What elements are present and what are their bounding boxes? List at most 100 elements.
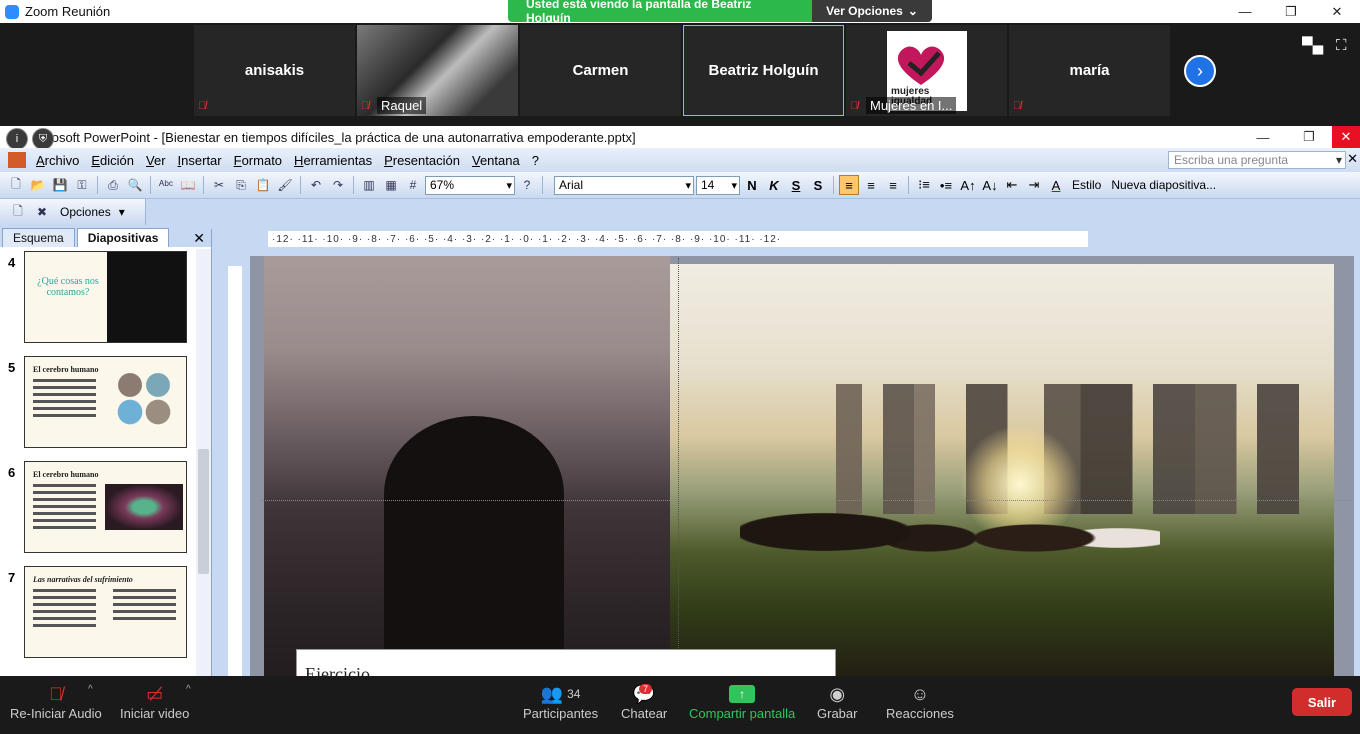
participant-tile-video[interactable]: 🎙̸ Raquel xyxy=(357,25,518,116)
print-preview-icon[interactable]: 🔍 xyxy=(125,175,145,195)
muted-mic-icon: 🎙̸ xyxy=(850,100,859,112)
restore-icon[interactable]: ❐ xyxy=(1286,126,1332,148)
grid-icon[interactable]: # xyxy=(403,175,423,195)
video-button[interactable]: ▭̸ Iniciar video xyxy=(120,682,189,722)
slide-thumb-row[interactable]: 7 Las narrativas del sufrimiento xyxy=(0,564,196,669)
slide-thumb-row[interactable]: 4 ¿Qué cosas nos contamos? xyxy=(0,249,196,354)
increase-indent-button[interactable]: ⇥ xyxy=(1024,175,1044,195)
woman-silhouette xyxy=(384,416,564,676)
powerpoint-window: i ⛨ icrosoft PowerPoint - [Bienestar en … xyxy=(0,126,1360,676)
close-icon[interactable]: ✕ xyxy=(1314,0,1360,23)
slide-thumbnail[interactable]: Las narrativas del sufrimiento xyxy=(24,566,187,658)
participant-tile-active-speaker[interactable]: Beatriz Holguín xyxy=(683,25,844,116)
bold-button[interactable]: N xyxy=(742,175,762,195)
menu-help[interactable]: ? xyxy=(526,153,545,168)
next-page-button[interactable]: › xyxy=(1184,55,1216,87)
align-right-button[interactable]: ≡ xyxy=(883,175,903,195)
gallery-view-icon[interactable]: ▀▄ xyxy=(1302,37,1323,54)
align-center-button[interactable]: ≡ xyxy=(861,175,881,195)
markup-icon[interactable]: 🗋 xyxy=(8,202,28,222)
align-left-button[interactable]: ≡ xyxy=(839,175,859,195)
cut-icon[interactable]: ✂ xyxy=(209,175,229,195)
shadow-button[interactable]: S xyxy=(808,175,828,195)
participants-label: Participantes xyxy=(523,706,599,721)
participant-tile[interactable]: maría 🎙̸ xyxy=(1009,25,1170,116)
menu-ver[interactable]: Ver xyxy=(140,153,172,168)
view-options-button[interactable]: Ver Opciones ⌄ xyxy=(812,0,932,22)
slides-scrollbar[interactable] xyxy=(196,249,211,676)
save-icon[interactable]: 💾 xyxy=(50,175,70,195)
ppt-app-icon[interactable] xyxy=(8,152,26,168)
leave-button[interactable]: Salir xyxy=(1292,688,1352,716)
close-icon[interactable]: ✕ xyxy=(1332,126,1360,148)
open-icon[interactable]: 📂 xyxy=(28,175,48,195)
reactions-button[interactable]: ☺ Reacciones xyxy=(886,682,954,722)
new-icon[interactable]: 🗋 xyxy=(6,175,26,195)
menu-formato[interactable]: Formato xyxy=(228,153,288,168)
tab-diapositivas[interactable]: Diapositivas xyxy=(76,228,170,247)
slide-thumb-row[interactable]: 5 El cerebro humano xyxy=(0,354,196,459)
zoom-select[interactable]: 67% xyxy=(425,175,515,195)
format-painter-icon[interactable]: 🖌 xyxy=(275,175,295,195)
slide-textbox[interactable]: Ejercicio xyxy=(296,649,836,684)
audio-options-caret[interactable]: ^ xyxy=(88,684,93,695)
zoom-app-icon xyxy=(5,4,19,19)
restore-icon[interactable]: ❐ xyxy=(1268,0,1314,23)
participant-tile[interactable]: anisakis 🎙̸ xyxy=(194,25,355,116)
minimize-icon[interactable]: — xyxy=(1240,126,1286,148)
spelling-icon[interactable]: ᴬᵇᶜ xyxy=(156,175,176,195)
menu-herramientas[interactable]: Herramientas xyxy=(288,153,378,168)
bullets-button[interactable]: •≡ xyxy=(936,175,956,195)
font-color-button[interactable]: A xyxy=(1046,175,1066,195)
info-icon[interactable]: i xyxy=(6,128,28,150)
redo-icon[interactable]: ↷ xyxy=(328,175,348,195)
help-icon[interactable]: ? xyxy=(517,175,537,195)
grow-font-button[interactable]: A↑ xyxy=(958,175,978,195)
permission-icon[interactable]: ⚿ xyxy=(72,175,92,195)
participant-tile[interactable]: Carmen xyxy=(520,25,681,116)
new-slide-button[interactable]: Nueva diapositiva... xyxy=(1107,178,1220,192)
chart-icon[interactable]: ▥ xyxy=(359,175,379,195)
video-options-caret[interactable]: ^ xyxy=(186,684,191,695)
undo-icon[interactable]: ↶ xyxy=(306,175,326,195)
font-size-select[interactable]: 14 xyxy=(696,175,740,195)
tab-esquema[interactable]: Esquema xyxy=(2,228,75,247)
record-button[interactable]: ◉ Grabar xyxy=(817,682,857,722)
options-button[interactable]: Opciones xyxy=(56,205,115,219)
slide-canvas[interactable] xyxy=(250,256,1354,676)
ask-question-input[interactable]: Escriba una pregunta xyxy=(1168,151,1346,169)
participants-button[interactable]: 👥 34 Participantes xyxy=(523,682,599,722)
menu-archivo[interactable]: Archivo xyxy=(30,153,85,168)
copy-icon[interactable]: ⎘ xyxy=(231,175,251,195)
decrease-indent-button[interactable]: ⇤ xyxy=(1002,175,1022,195)
print-icon[interactable]: ⎙ xyxy=(103,175,123,195)
menu-ventana[interactable]: Ventana xyxy=(466,153,526,168)
delete-comment-icon[interactable]: ✖ xyxy=(32,202,52,222)
slide-thumbnail[interactable]: ¿Qué cosas nos contamos? xyxy=(24,251,187,343)
fullscreen-icon[interactable]: ⛶ xyxy=(1336,37,1347,54)
research-icon[interactable]: 📖 xyxy=(178,175,198,195)
font-select[interactable]: Arial xyxy=(554,175,694,195)
minimize-icon[interactable]: — xyxy=(1222,0,1268,23)
style-button[interactable]: Estilo xyxy=(1068,178,1105,192)
underline-button[interactable]: S xyxy=(786,175,806,195)
participant-tile-logo[interactable]: mujeres igualdad 🎙̸ Mujeres en I... xyxy=(846,25,1007,116)
slide-thumb-row[interactable]: 6 El cerebro humano xyxy=(0,459,196,564)
scroll-thumb[interactable] xyxy=(198,449,209,574)
shrink-font-button[interactable]: A↓ xyxy=(980,175,1000,195)
close-doc-icon[interactable]: ✕ xyxy=(1347,151,1358,167)
share-screen-button[interactable]: ↑ Compartir pantalla xyxy=(689,682,795,721)
menu-presentacion[interactable]: Presentación xyxy=(378,153,466,168)
slide-thumbnail[interactable]: El cerebro humano xyxy=(24,356,187,448)
italic-button[interactable]: K xyxy=(764,175,784,195)
paste-icon[interactable]: 📋 xyxy=(253,175,273,195)
close-pane-icon[interactable]: ✕ xyxy=(193,230,205,247)
menu-edicion[interactable]: Edición xyxy=(85,153,140,168)
shield-icon[interactable]: ⛨ xyxy=(32,128,54,150)
table-icon[interactable]: ▦ xyxy=(381,175,401,195)
view-options-label: Ver Opciones xyxy=(826,4,903,18)
numbering-button[interactable]: ⁝≡ xyxy=(914,175,934,195)
menu-insertar[interactable]: Insertar xyxy=(172,153,228,168)
chat-button[interactable]: 💬 7 Chatear xyxy=(621,682,667,722)
slide-thumbnail[interactable]: El cerebro humano xyxy=(24,461,187,553)
